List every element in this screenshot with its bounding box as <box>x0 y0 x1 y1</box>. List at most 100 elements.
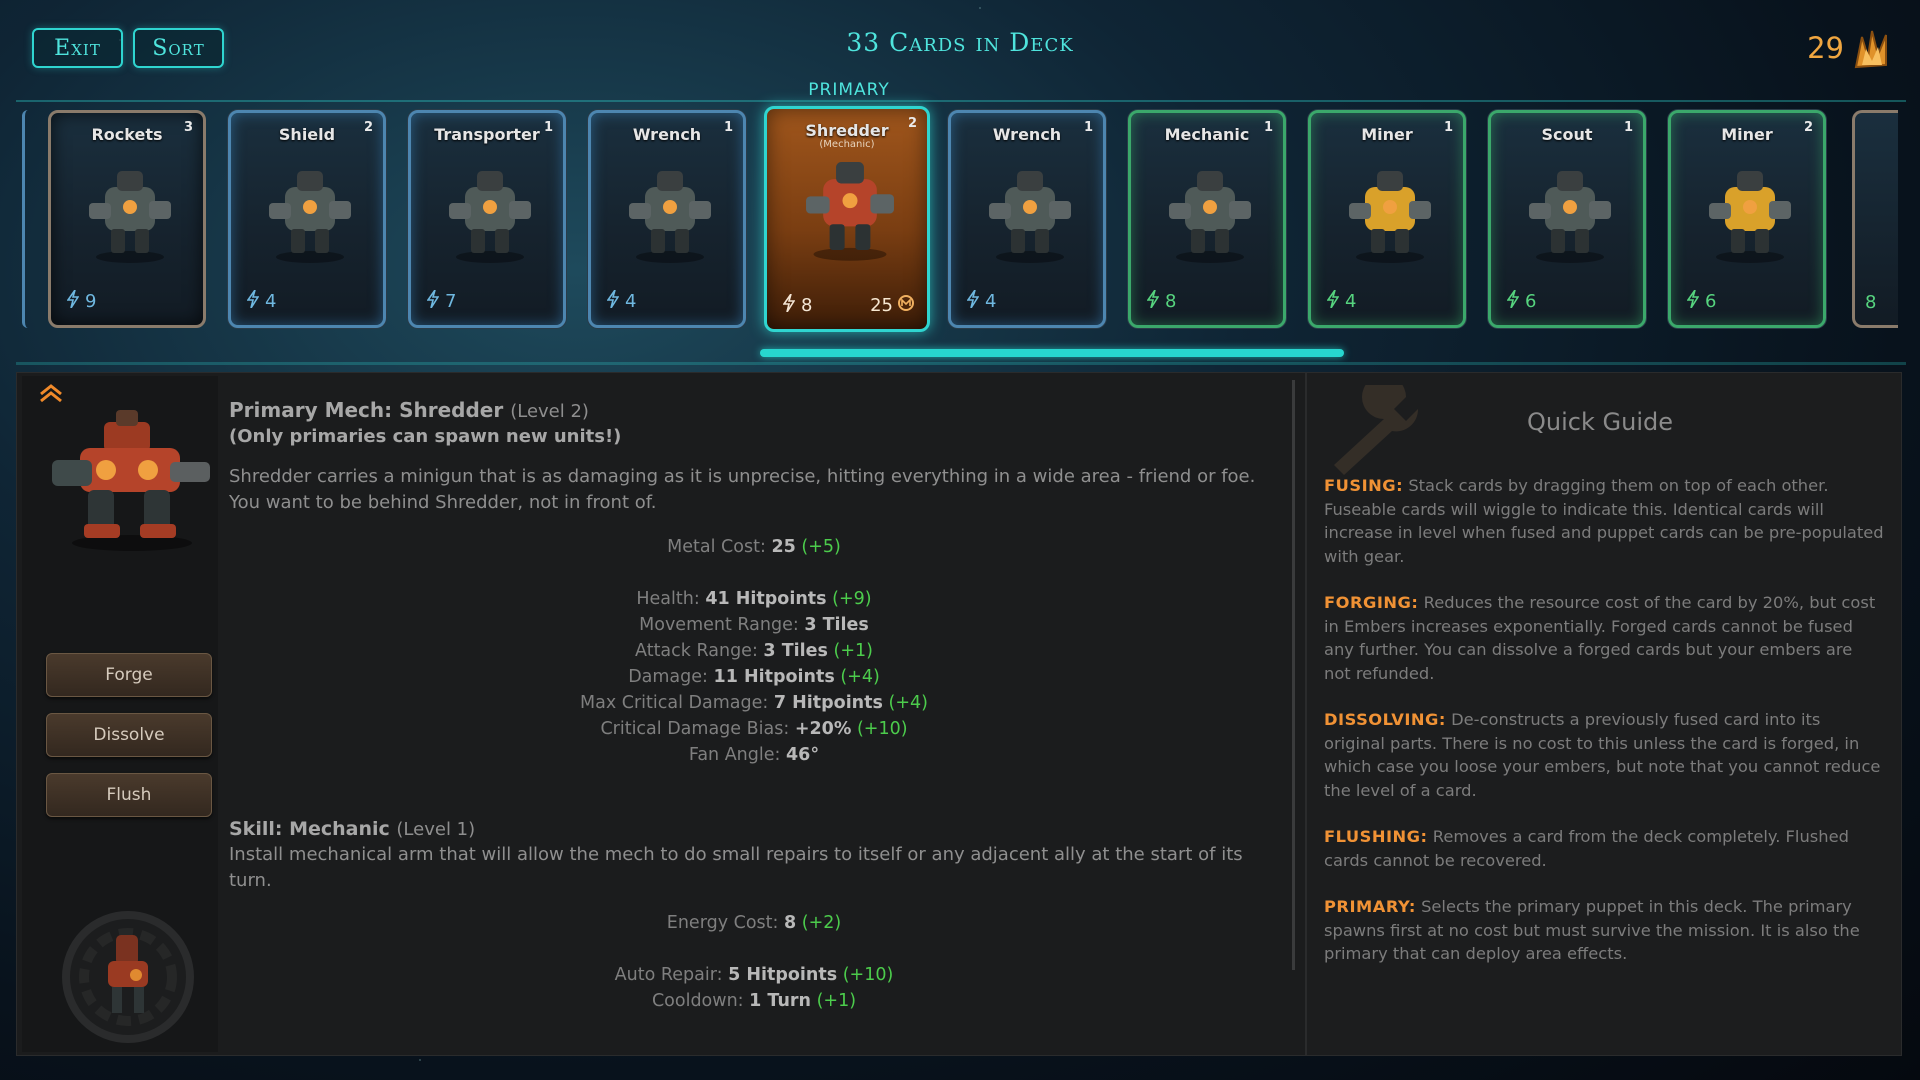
stat-label: Fan Angle: <box>688 745 781 765</box>
quick-guide-title: Quick Guide <box>1527 408 1673 436</box>
card-metal: 25 <box>870 294 915 317</box>
ember-icon <box>1852 27 1890 69</box>
stat-value: 25 <box>771 537 796 557</box>
guide-section: FUSING: Stack cards by dragging them on … <box>1324 474 1884 568</box>
guide-section: FORGING: Reduces the resource cost of th… <box>1324 591 1884 685</box>
card-details: Primary Mech: Shredder (Level 2) (Only p… <box>229 398 1279 1014</box>
stat-bonus: (+5) <box>801 537 841 557</box>
card-name: Shredder <box>805 121 889 140</box>
card-level: 1 <box>1263 120 1273 135</box>
deck-card[interactable]: Miner 2 6 <box>1668 110 1826 328</box>
card-name: Transporter <box>434 125 540 144</box>
stat-value: 3 Tiles <box>763 641 828 661</box>
panel-divider <box>1292 380 1295 970</box>
ember-currency: 29 <box>1807 26 1890 70</box>
card-energy: 7 <box>426 289 456 313</box>
deck-card[interactable]: Wrench 1 4 <box>948 110 1106 328</box>
card-unit-art <box>615 157 725 267</box>
wrench-icon <box>1314 375 1444 475</box>
card-energy: 4 <box>1326 289 1356 313</box>
stat-label: Max Critical Damage: <box>580 693 769 713</box>
cooldown-line: Cooldown: 1 Turn (+1) <box>229 988 1279 1014</box>
card-name: Wrench <box>992 125 1062 144</box>
card-unit-art <box>1695 157 1805 267</box>
stat-row: Max Critical Damage: 7 Hitpoints (+4) <box>229 690 1279 716</box>
card-energy-value: 4 <box>625 291 637 312</box>
partial-card-right[interactable]: 8 <box>1852 110 1898 328</box>
metal-icon <box>897 294 915 317</box>
flush-button[interactable]: Flush <box>46 773 212 817</box>
mech-description: Shredder carries a minigun that is as da… <box>229 466 1256 513</box>
stat-row: Damage: 11 Hitpoints (+4) <box>229 664 1279 690</box>
card-energy: 4 <box>246 289 276 313</box>
stat-label: Attack Range: <box>635 641 758 661</box>
card-energy: 4 <box>966 289 997 313</box>
card-level: 2 <box>363 120 373 135</box>
forge-button[interactable]: Forge <box>46 653 212 697</box>
deck-card[interactable]: Miner 1 4 <box>1308 110 1466 328</box>
card-level: 1 <box>1623 120 1633 135</box>
guide-section-heading: FORGING: <box>1324 593 1419 612</box>
stat-bonus: (+10) <box>842 965 894 985</box>
card-unit-art <box>1335 157 1445 267</box>
deck-card[interactable]: Rockets 3 9 <box>48 110 206 328</box>
mech-stats: Health: 41 Hitpoints (+9) Movement Range:… <box>229 586 1279 768</box>
exit-button[interactable]: Exit <box>32 28 123 68</box>
guide-section: PRIMARY: Selects the primary puppet in t… <box>1324 895 1884 966</box>
stat-label: Auto Repair: <box>614 965 723 985</box>
mech-title: Primary Mech: Shredder (Level 2) <box>229 398 1279 422</box>
stat-label: Health: <box>636 589 700 609</box>
stat-value: 1 Turn <box>749 991 811 1011</box>
card-name: Miner <box>1721 125 1773 144</box>
deck-card[interactable]: Shield 2 4 <box>228 110 386 328</box>
deck-card[interactable]: Wrench 1 4 <box>588 110 746 328</box>
lightning-icon <box>426 289 440 313</box>
skill-level: (Level 1) <box>396 819 476 840</box>
stat-row: Fan Angle: 46° <box>229 742 1279 768</box>
skill-stats: Energy Cost: 8 (+2) Auto Repair: 5 Hitpo… <box>229 910 1279 1014</box>
primary-note: (Only primaries can spawn new units!) <box>229 426 622 447</box>
guide-section-text: Stack cards by dragging them on top of e… <box>1324 476 1884 566</box>
ember-count: 29 <box>1807 31 1844 65</box>
card-level: 2 <box>1803 120 1813 135</box>
card-name: Mechanic <box>1164 125 1250 144</box>
energy-cost-line: Energy Cost: 8 (+2) <box>229 910 1279 936</box>
stat-value: 46° <box>786 745 820 765</box>
card-energy-value: 4 <box>985 291 997 312</box>
card-energy: 6 <box>1506 289 1537 313</box>
auto-repair-line: Auto Repair: 5 Hitpoints (+10) <box>229 962 1279 988</box>
metal-cost-line: Metal Cost: 25 (+5) <box>229 534 1279 560</box>
dissolve-button[interactable]: Dissolve <box>46 713 212 757</box>
lightning-icon <box>1506 289 1520 313</box>
lightning-icon <box>1326 289 1340 313</box>
card-level: 1 <box>1083 120 1093 135</box>
card-name: Wrench <box>632 125 702 144</box>
shredder-portrait <box>44 398 220 558</box>
card-unit-art <box>75 157 185 267</box>
guide-section: FLUSHING: Removes a card from the deck c… <box>1324 825 1884 872</box>
skill-section: Skill: Mechanic (Level 1) Install mechan… <box>229 818 1279 1014</box>
stat-value: +20% <box>794 719 852 739</box>
stat-label: Cooldown: <box>651 991 744 1011</box>
card-unit-art <box>435 157 545 267</box>
stat-value: 7 Hitpoints <box>773 693 883 713</box>
card-energy-value: 8 <box>801 295 813 316</box>
deck-card[interactable]: Scout 1 6 <box>1488 110 1646 328</box>
card-energy: 8 <box>782 293 813 317</box>
lightning-icon <box>782 293 796 317</box>
stat-bonus: (+2) <box>801 913 842 933</box>
stat-bonus: (+4) <box>840 667 880 687</box>
sort-button[interactable]: Sort <box>133 28 224 68</box>
card-energy-value: 6 <box>1525 291 1537 312</box>
deck-card[interactable]: Transporter 1 7 <box>408 110 566 328</box>
deck-card[interactable]: Mechanic 1 8 <box>1128 110 1286 328</box>
lightning-icon <box>966 289 980 313</box>
stat-row: Health: 41 Hitpoints (+9) <box>229 586 1279 612</box>
card-energy-value: 8 <box>1165 291 1177 312</box>
card-strip-scrollbar[interactable] <box>760 349 1344 357</box>
quick-guide-body: FUSING: Stack cards by dragging them on … <box>1324 474 1884 989</box>
card-name: Miner <box>1361 125 1413 144</box>
stat-value: 3 Tiles <box>804 615 869 635</box>
partial-card-left[interactable] <box>22 110 30 328</box>
deck-card[interactable]: Shredder (Mechanic) 2 8 25 <box>764 106 930 332</box>
